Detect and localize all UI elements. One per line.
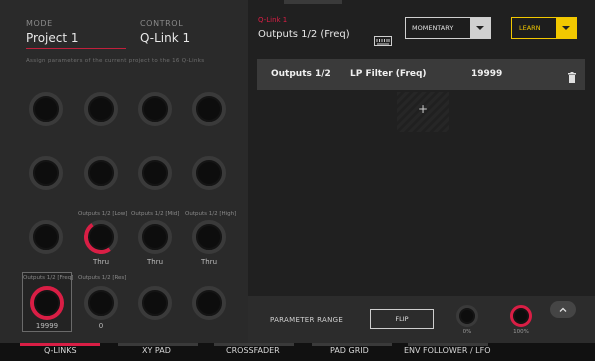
add-icon: + [417, 102, 429, 116]
qlink-knob-5[interactable] [29, 156, 63, 190]
flip-label: FLIP [395, 315, 409, 323]
qlink-knob-4[interactable] [192, 92, 226, 126]
learn-button[interactable]: LEARN [511, 17, 577, 39]
qlink-knob-6[interactable] [84, 156, 118, 190]
collapse-button[interactable] [550, 301, 576, 318]
range-min-value: 0% [462, 329, 472, 335]
assignment-value: 19999 [471, 69, 503, 79]
tab-pad-grid[interactable]: PAD GRID [330, 346, 369, 355]
chevron-up-icon [559, 307, 567, 312]
app-root: MODE Project 1 CONTROL Q-Link 1 Assign p… [0, 0, 595, 361]
parameter-range-bar: PARAMETER RANGE FLIP 0% 100% [248, 296, 595, 343]
tab-env-follower-lfo[interactable]: ENV FOLLOWER / LFO [404, 346, 491, 355]
learn-dropdown-icon[interactable] [556, 18, 576, 38]
assignment-target: Outputs 1/2 [271, 69, 331, 79]
qlink-knob-11[interactable] [138, 220, 172, 254]
keyboard-icon[interactable] [374, 31, 392, 46]
knob-value-12: Thru [200, 258, 218, 266]
tab-q-links[interactable]: Q-LINKS [44, 346, 77, 355]
knob-value-11: Thru [146, 258, 164, 266]
chevron-down-icon[interactable] [470, 18, 490, 38]
knob-label-10: Outputs 1/2 [Low] [78, 211, 128, 217]
trash-icon[interactable] [568, 68, 576, 83]
qlink-knob-13[interactable] [30, 286, 64, 320]
range-max-knob[interactable] [510, 305, 532, 327]
qlink-knob-1[interactable] [29, 92, 63, 126]
assignment-param: LP Filter (Freq) [350, 69, 427, 79]
hint-text: Assign parameters of the current project… [26, 58, 205, 64]
knob-label-14: Outputs 1/2 [Res] [78, 275, 127, 281]
mode-select[interactable]: MOMENTARY [405, 17, 491, 39]
knob-label-11: Outputs 1/2 [Mid] [131, 211, 180, 217]
knob-label-13: Outputs 1/2 [Freq] [23, 275, 74, 281]
qlink-knob-2[interactable] [84, 92, 118, 126]
top-tab-stub [284, 0, 342, 4]
control-value[interactable]: Q-Link 1 [140, 31, 190, 45]
mode-select-value: MOMENTARY [412, 24, 454, 32]
range-min-knob[interactable] [456, 305, 478, 327]
knob-label-12: Outputs 1/2 [High] [185, 211, 237, 217]
qlink-knob-8[interactable] [192, 156, 226, 190]
tab-crossfader[interactable]: CROSSFADER [226, 346, 280, 355]
mode-label: MODE [26, 19, 53, 28]
mode-value[interactable]: Project 1 [26, 31, 79, 45]
knob-value-10: Thru [92, 258, 110, 266]
parameter-range-label: PARAMETER RANGE [270, 316, 344, 324]
mode-underline [26, 48, 126, 49]
knob-arc-10 [81, 217, 121, 257]
add-slot[interactable]: + [397, 92, 449, 132]
range-max-value: 100% [513, 329, 529, 335]
qlink-knob-12[interactable] [192, 220, 226, 254]
knob-value-13: 19999 [35, 322, 59, 330]
qlink-label: Q-Link 1 [258, 16, 288, 24]
qlink-knob-15[interactable] [138, 286, 172, 320]
qlink-param-name: Outputs 1/2 (Freq) [258, 29, 350, 40]
qlink-knob-9[interactable] [29, 220, 63, 254]
learn-label: LEARN [519, 24, 541, 32]
qlink-knob-14[interactable] [84, 286, 118, 320]
bottom-tab-bar: Q-LINKS XY PAD CROSSFADER PAD GRID ENV F… [0, 343, 595, 361]
qlink-grid-panel: MODE Project 1 CONTROL Q-Link 1 Assign p… [0, 0, 248, 343]
qlink-knob-3[interactable] [138, 92, 172, 126]
qlink-knob-7[interactable] [138, 156, 172, 190]
knob-value-14: 0 [98, 322, 104, 330]
qlink-knob-16[interactable] [192, 286, 226, 320]
assignment-panel: Q-Link 1 Outputs 1/2 (Freq) MOMENTARY LE… [248, 0, 595, 343]
tab-xy-pad[interactable]: XY PAD [142, 346, 171, 355]
flip-button[interactable]: FLIP [370, 309, 434, 329]
control-label: CONTROL [140, 19, 184, 28]
assignment-row[interactable]: Outputs 1/2 LP Filter (Freq) 19999 [257, 59, 585, 90]
